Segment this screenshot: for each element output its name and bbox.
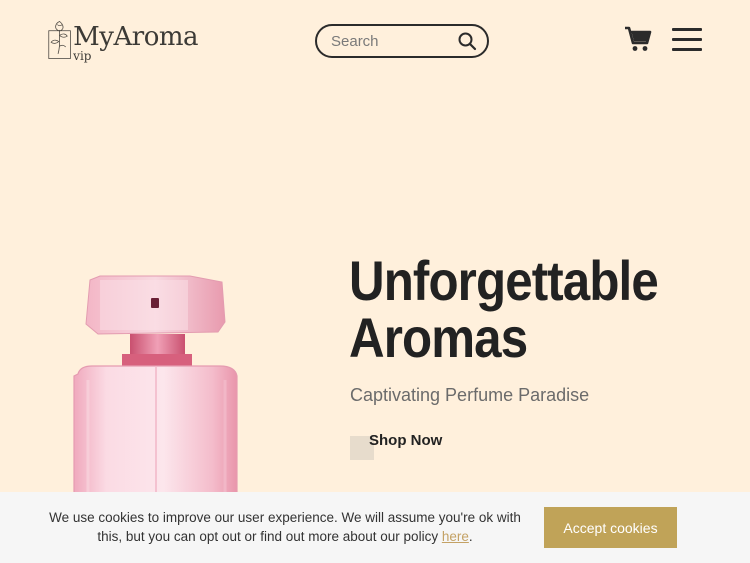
cookie-policy-link[interactable]: here: [442, 529, 469, 544]
search-input[interactable]: [331, 32, 457, 50]
hero-title-line-1: Unforgettable: [349, 249, 659, 312]
shop-now-button[interactable]: Shop Now: [369, 432, 442, 449]
logo[interactable]: MyAroma vip: [48, 14, 198, 68]
cookie-message: We use cookies to improve our user exper…: [40, 508, 530, 546]
rose-logo-icon: [48, 21, 71, 59]
menu-line: [672, 48, 702, 51]
logo-text: MyAroma vip: [73, 22, 198, 62]
hero-title: Unforgettable Aromas: [349, 252, 683, 366]
perfume-bottle-image: [73, 275, 238, 504]
logo-name: MyAroma: [73, 22, 198, 52]
menu-line: [672, 38, 702, 41]
cookie-consent-bar: We use cookies to improve our user exper…: [0, 492, 750, 563]
search-icon[interactable]: [457, 31, 477, 51]
accept-cookies-button[interactable]: Accept cookies: [544, 507, 677, 548]
menu-line: [672, 28, 702, 31]
hamburger-menu-icon[interactable]: [672, 28, 702, 52]
page: MyAroma vip Search Unforgettable Aromas …: [0, 0, 750, 563]
hero-title-line-2: Aromas: [349, 306, 528, 369]
search-box[interactable]: [315, 24, 489, 58]
logo-subtitle: vip: [73, 49, 92, 63]
cookie-message-end: .: [468, 529, 473, 544]
cart-icon[interactable]: [624, 26, 652, 52]
hero-subtitle: Captivating Perfume Paradise: [350, 385, 590, 405]
